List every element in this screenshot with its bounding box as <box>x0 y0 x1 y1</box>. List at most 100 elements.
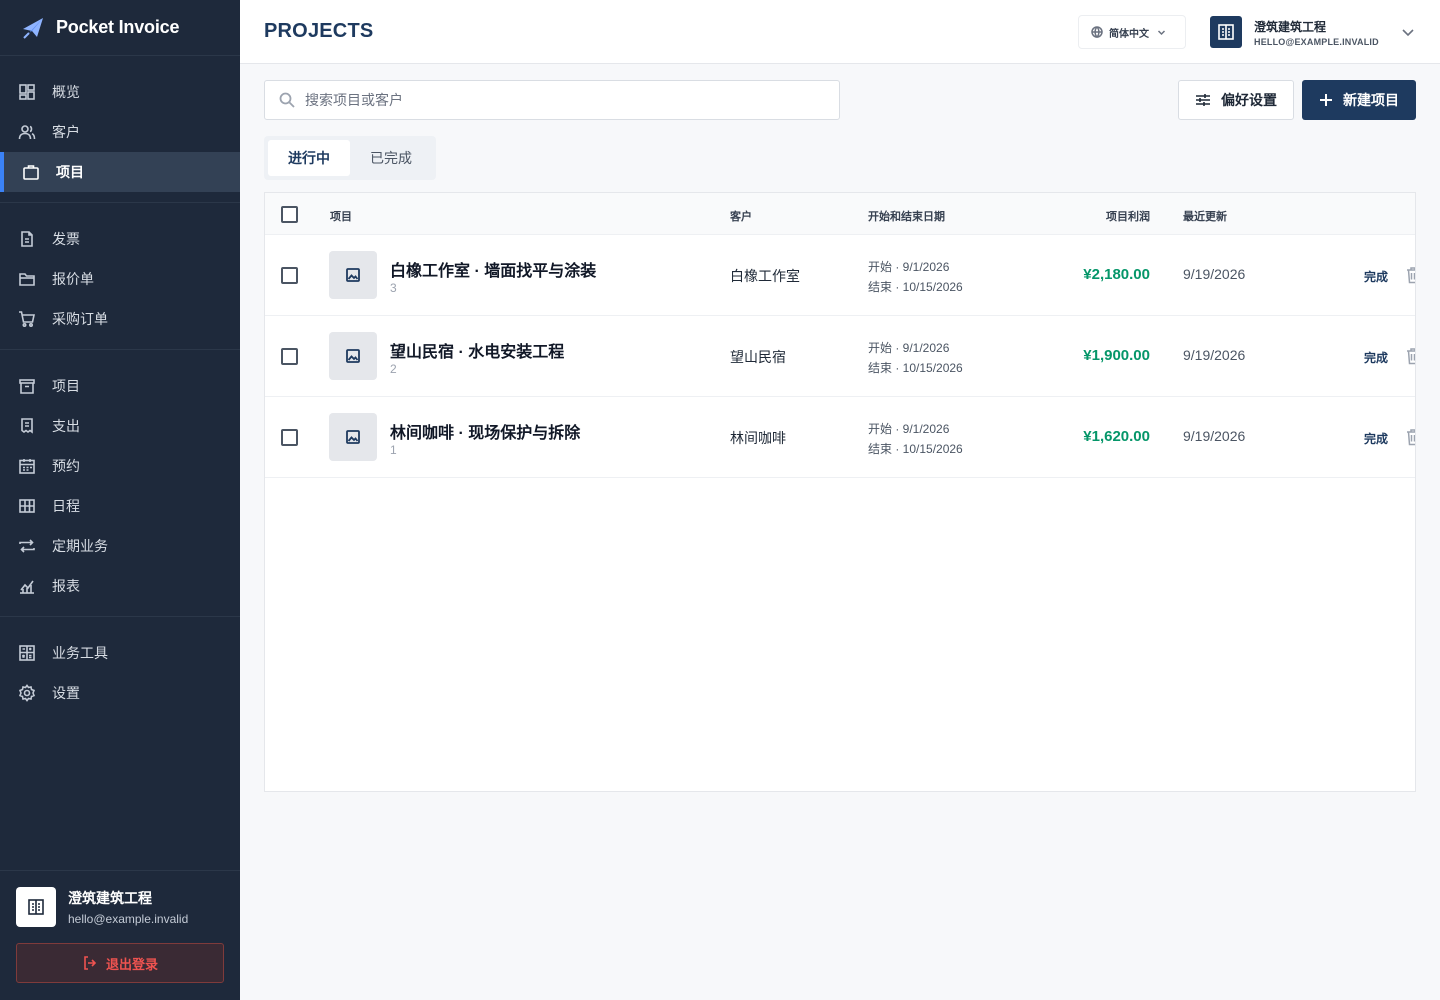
logout-button[interactable]: 退出登录 <box>16 943 224 983</box>
project-item-count: 2 <box>390 362 397 376</box>
sidebar-item-label: 发票 <box>52 231 80 247</box>
image-icon <box>346 268 360 282</box>
sidebar-item[interactable]: 概览 <box>0 72 240 112</box>
tab-in-progress[interactable]: 进行中 <box>268 140 350 176</box>
project-item-count: 1 <box>390 443 397 457</box>
column-header-client[interactable]: 客户 <box>730 208 752 224</box>
project-profit: ¥1,900.00 <box>1083 347 1150 364</box>
sliders-icon <box>1196 94 1210 106</box>
sidebar: Pocket Invoice 概览 客户 项目 发票 报价单 采购订单 项目 支出 预约 日程 定期… <box>0 0 240 1000</box>
end-date: 结束 · 10/15/2026 <box>868 280 963 294</box>
column-header-dates[interactable]: 开始和结束日期 <box>868 208 945 224</box>
table-row[interactable]: 白橡工作室 · 墙面找平与涂装 3 白橡工作室 开始 · 9/1/2026 结束 · 1… <box>265 235 1415 316</box>
column-header-updated[interactable]: 最近更新 <box>1183 208 1227 224</box>
search-box[interactable] <box>264 80 840 120</box>
language-label: 简体中文 <box>1109 28 1149 40</box>
complete-button[interactable]: 完成 <box>1364 349 1388 366</box>
row-checkbox[interactable] <box>281 348 298 365</box>
users-icon <box>18 123 36 141</box>
end-date: 结束 · 10/15/2026 <box>868 361 963 375</box>
brand[interactable]: Pocket Invoice <box>0 0 240 56</box>
project-image-placeholder[interactable] <box>329 413 377 461</box>
sidebar-item[interactable]: 定期业务 <box>0 526 240 566</box>
globe-icon <box>1091 26 1103 38</box>
sidebar-item[interactable]: 报表 <box>0 566 240 606</box>
sidebar-item-label: 项目 <box>56 164 84 180</box>
sidebar-item-label: 定期业务 <box>52 538 108 554</box>
account-card[interactable]: 澄筑建筑工程 hello@example.invalid <box>16 887 224 927</box>
project-name[interactable]: 望山民宿 · 水电安装工程 <box>390 338 564 362</box>
building-icon <box>16 887 56 927</box>
sidebar-item[interactable]: 项目 <box>0 366 240 406</box>
calendar-icon <box>18 457 36 475</box>
column-header-project[interactable]: 项目 <box>330 208 352 224</box>
search-input[interactable] <box>305 92 839 108</box>
project-item-count: 3 <box>390 281 397 295</box>
receipt-icon <box>18 417 36 435</box>
sidebar-item[interactable]: 预约 <box>0 446 240 486</box>
sidebar-item[interactable]: 日程 <box>0 486 240 526</box>
delete-button[interactable] <box>1405 347 1415 365</box>
table-row[interactable]: 望山民宿 · 水电安装工程 2 望山民宿 开始 · 9/1/2026 结束 · 10/1… <box>265 316 1415 397</box>
table-body: 白橡工作室 · 墙面找平与涂装 3 白橡工作室 开始 · 9/1/2026 结束 · 1… <box>265 235 1415 478</box>
sidebar-item[interactable]: 采购订单 <box>0 299 240 339</box>
complete-button[interactable]: 完成 <box>1364 268 1388 285</box>
last-updated: 9/19/2026 <box>1183 347 1246 363</box>
sidebar-item-label: 预约 <box>52 458 80 474</box>
row-checkbox[interactable] <box>281 429 298 446</box>
sidebar-item[interactable]: 报价单 <box>0 259 240 299</box>
folder-icon <box>18 270 36 288</box>
project-dates: 开始 · 9/1/2026 结束 · 10/15/2026 <box>868 419 963 459</box>
sidebar-item[interactable]: 支出 <box>0 406 240 446</box>
project-profit: ¥2,180.00 <box>1083 266 1150 283</box>
sidebar-item[interactable]: 设置 <box>0 673 240 713</box>
sidebar-footer: 澄筑建筑工程 hello@example.invalid 退出登录 <box>0 870 240 1000</box>
project-dates: 开始 · 9/1/2026 结束 · 10/15/2026 <box>868 338 963 378</box>
sidebar-item[interactable]: 发票 <box>0 219 240 259</box>
building-icon <box>1210 16 1242 48</box>
sidebar-item-label: 业务工具 <box>52 645 108 661</box>
sidebar-item[interactable]: 客户 <box>0 112 240 152</box>
gear-icon <box>18 684 36 702</box>
project-name[interactable]: 林间咖啡 · 现场保护与拆除 <box>390 419 580 443</box>
nav-group: 发票报价单采购订单 <box>0 203 240 350</box>
chevron-down-icon <box>1157 29 1166 35</box>
sidebar-item-label: 概览 <box>52 84 80 100</box>
language-selector[interactable]: 简体中文 <box>1078 15 1186 49</box>
row-checkbox[interactable] <box>281 267 298 284</box>
company-email: HELLO@EXAMPLE.INVALID <box>1254 36 1379 47</box>
project-name[interactable]: 白橡工作室 · 墙面找平与涂装 <box>390 257 596 281</box>
column-header-profit[interactable]: 项目利润 <box>1106 208 1150 224</box>
plus-icon <box>1320 94 1332 106</box>
new-project-button[interactable]: 新建项目 <box>1302 80 1416 120</box>
start-date: 开始 · 9/1/2026 <box>868 260 950 274</box>
top-header: PROJECTS 简体中文 澄筑建筑工程 HELLO@EXAMPLE.INVAL… <box>240 0 1440 64</box>
grid-icon <box>18 497 36 515</box>
delete-button[interactable] <box>1405 266 1415 284</box>
preferences-button[interactable]: 偏好设置 <box>1178 80 1294 120</box>
project-image-placeholder[interactable] <box>329 251 377 299</box>
account-email: hello@example.invalid <box>68 912 189 926</box>
company-switcher[interactable]: 澄筑建筑工程 HELLO@EXAMPLE.INVALID <box>1210 15 1415 49</box>
project-image-placeholder[interactable] <box>329 332 377 380</box>
nav-group: 项目支出预约日程定期业务报表 <box>0 350 240 617</box>
cart-icon <box>18 310 36 328</box>
client-name: 白橡工作室 <box>730 268 800 284</box>
start-date: 开始 · 9/1/2026 <box>868 341 950 355</box>
logout-icon <box>84 956 97 970</box>
paper-plane-logo-icon <box>23 17 43 39</box>
sidebar-item[interactable]: 业务工具 <box>0 633 240 673</box>
sidebar-item-label: 采购订单 <box>52 311 108 327</box>
select-all-checkbox[interactable] <box>281 206 298 223</box>
logout-label: 退出登录 <box>105 956 158 972</box>
sidebar-item[interactable]: 项目 <box>0 152 240 192</box>
page-title: PROJECTS <box>264 20 374 42</box>
delete-button[interactable] <box>1405 428 1415 446</box>
tab-completed[interactable]: 已完成 <box>350 140 432 176</box>
complete-button[interactable]: 完成 <box>1364 430 1388 447</box>
project-profit: ¥1,620.00 <box>1083 428 1150 445</box>
table-row[interactable]: 林间咖啡 · 现场保护与拆除 1 林间咖啡 开始 · 9/1/2026 结束 · 10/… <box>265 397 1415 478</box>
briefcase-icon <box>22 163 40 181</box>
company-name: 澄筑建筑工程 <box>1254 19 1327 34</box>
sidebar-item-label: 支出 <box>52 418 80 434</box>
